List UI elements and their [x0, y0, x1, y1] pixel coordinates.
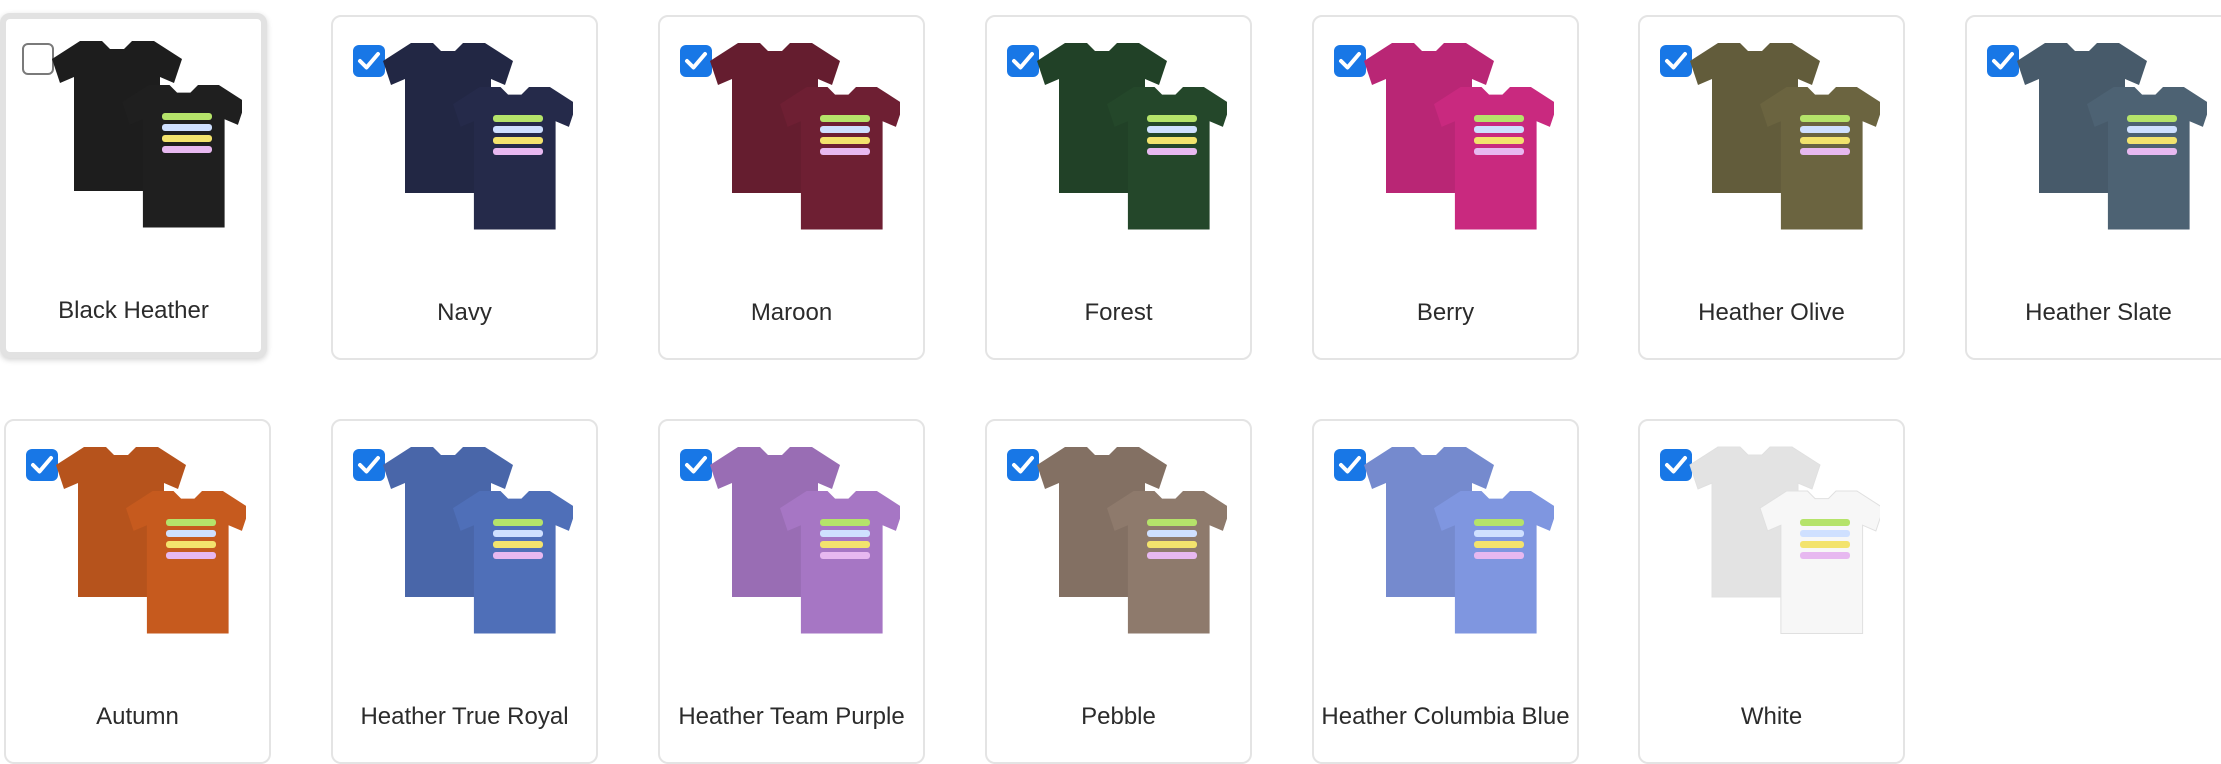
variant-label: Maroon: [750, 299, 833, 326]
tshirt-mockup-image: [1354, 41, 1558, 261]
tshirt-mockup-image: [1680, 445, 1885, 665]
variant-label: Heather Slate: [2025, 299, 2172, 326]
tshirt-mockup-image: [2007, 41, 2211, 261]
tshirt-icon: [1690, 43, 1884, 230]
variant-card-black-heather[interactable]: Black Heather: [0, 13, 267, 358]
tshirt-mockup-image: [700, 41, 904, 261]
variant-card-forest[interactable]: Forest: [985, 15, 1252, 360]
tshirt-mockup-image: [373, 41, 577, 261]
color-variant-grid: Black Heather Navy Maroon Forest Berry H…: [0, 0, 2221, 764]
variant-label: Heather Columbia Blue: [1321, 703, 1570, 730]
tshirt-icon: [1689, 446, 1885, 634]
variant-label: Forest: [1084, 299, 1153, 326]
tshirt-mockup-image: [1354, 445, 1558, 665]
variant-card-heather-slate[interactable]: Heather Slate: [1965, 15, 2221, 360]
tshirt-mockup-image: [46, 445, 250, 665]
tshirt-mockup-image: [700, 445, 904, 665]
variant-label: Navy: [437, 299, 492, 326]
tshirt-mockup-image: [1027, 41, 1231, 261]
variant-label: Heather True Royal: [360, 703, 569, 730]
tshirt-icon: [383, 447, 577, 634]
tshirt-mockup-image: [373, 445, 577, 665]
tshirt-icon: [710, 447, 904, 634]
variant-label: Autumn: [96, 703, 179, 730]
tshirt-mockup-image: [1680, 41, 1884, 261]
variant-label: Heather Olive: [1698, 299, 1845, 326]
tshirt-icon: [383, 43, 577, 230]
variant-label: Pebble: [1081, 703, 1156, 730]
tshirt-icon: [710, 43, 904, 230]
tshirt-icon: [56, 447, 250, 634]
variant-card-heather-olive[interactable]: Heather Olive: [1638, 15, 1905, 360]
variant-card-pebble[interactable]: Pebble: [985, 419, 1252, 764]
variant-card-heather-team-purple[interactable]: Heather Team Purple: [658, 419, 925, 764]
variant-card-berry[interactable]: Berry: [1312, 15, 1579, 360]
tshirt-mockup-image: [42, 39, 246, 259]
variant-card-white[interactable]: White: [1638, 419, 1905, 764]
tshirt-icon: [1364, 43, 1558, 230]
variant-card-maroon[interactable]: Maroon: [658, 15, 925, 360]
variant-label: White: [1740, 703, 1803, 730]
variant-card-heather-true-royal[interactable]: Heather True Royal: [331, 419, 598, 764]
tshirt-mockup-image: [1027, 445, 1231, 665]
variant-card-navy[interactable]: Navy: [331, 15, 598, 360]
tshirt-icon: [1037, 447, 1231, 634]
variant-label: Berry: [1416, 299, 1475, 326]
tshirt-icon: [2017, 43, 2211, 230]
tshirt-icon: [52, 41, 246, 228]
tshirt-icon: [1037, 43, 1231, 230]
variant-label: Heather Team Purple: [678, 703, 905, 730]
variant-label: Black Heather: [58, 297, 209, 324]
variant-card-heather-columbia-blue[interactable]: Heather Columbia Blue: [1312, 419, 1579, 764]
tshirt-icon: [1364, 447, 1558, 634]
variant-card-autumn[interactable]: Autumn: [4, 419, 271, 764]
